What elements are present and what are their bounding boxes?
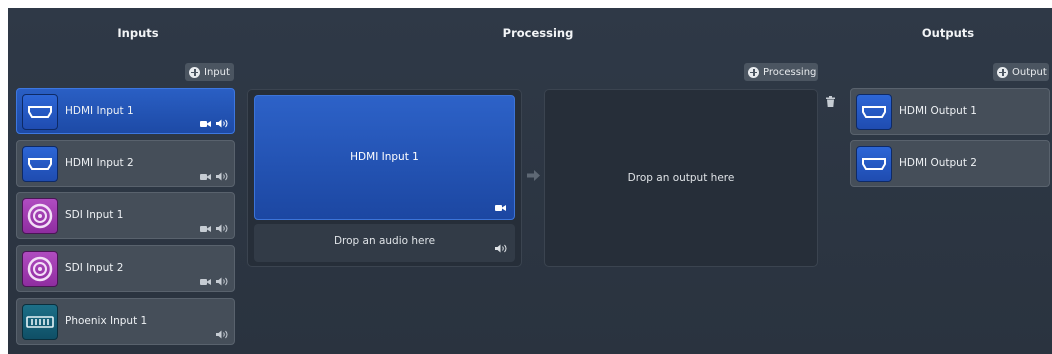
add-output-button[interactable]: Output [993,63,1049,81]
processing-heading: Processing [502,26,574,40]
hdmi-port-icon [22,94,58,130]
plus-icon [189,66,200,78]
add-output-label: Output [1012,66,1047,78]
input-card-hdmi-2[interactable]: HDMI Input 2 [16,140,235,187]
input-label: Phoenix Input 1 [65,315,148,327]
audio-drop-placeholder: Drop an audio here [333,235,436,247]
output-label: HDMI Output 2 [899,157,977,169]
phoenix-connector-icon [22,304,58,340]
processing-video-slot[interactable]: HDMI Input 1 [254,95,515,220]
hdmi-port-icon [856,146,892,182]
video-camera-icon [200,120,211,127]
input-card-phoenix-1[interactable]: Phoenix Input 1 [16,298,235,345]
inputs-heading: Inputs [117,26,159,40]
output-card-hdmi-1[interactable]: HDMI Output 1 [850,88,1050,135]
plus-icon [997,66,1008,78]
add-input-button[interactable]: Input [185,63,234,81]
processing-video-source: HDMI Input 1 [350,151,419,163]
routing-panel: Inputs Processing Outputs Input Processi… [8,8,1052,354]
speaker-icon [216,277,228,286]
plus-icon [748,66,759,78]
hdmi-port-icon [856,94,892,130]
video-camera-icon [495,205,506,211]
output-label: HDMI Output 1 [899,105,977,117]
speaker-icon [495,244,507,253]
processing-block: HDMI Input 1 Drop an audio here [247,89,522,267]
input-label: HDMI Input 2 [65,157,134,169]
input-card-hdmi-1[interactable]: HDMI Input 1 [16,88,235,134]
output-card-hdmi-2[interactable]: HDMI Output 2 [850,140,1050,187]
input-label: SDI Input 1 [65,209,124,221]
add-input-label: Input [204,66,230,78]
speaker-icon [216,172,228,181]
add-processing-label: Processing [763,66,817,78]
add-processing-button[interactable]: Processing [744,63,818,81]
sdi-port-icon [22,198,58,234]
sdi-port-icon [22,251,58,287]
input-label: SDI Input 2 [65,262,124,274]
speaker-icon [216,330,228,339]
input-label: HDMI Input 1 [65,105,134,117]
input-card-sdi-2[interactable]: SDI Input 2 [16,245,235,292]
output-drop-placeholder: Drop an output here [627,172,735,184]
outputs-heading: Outputs [921,26,975,40]
speaker-icon [216,224,228,233]
video-camera-icon [200,173,211,180]
arrow-right-icon [527,170,540,181]
output-drop-zone[interactable]: Drop an output here [544,89,818,267]
trash-icon[interactable] [826,96,835,107]
processing-audio-drop-zone[interactable]: Drop an audio here [254,224,515,262]
video-camera-icon [200,225,211,232]
speaker-icon [216,119,228,128]
input-card-sdi-1[interactable]: SDI Input 1 [16,192,235,239]
hdmi-port-icon [22,146,58,182]
video-camera-icon [200,278,211,285]
